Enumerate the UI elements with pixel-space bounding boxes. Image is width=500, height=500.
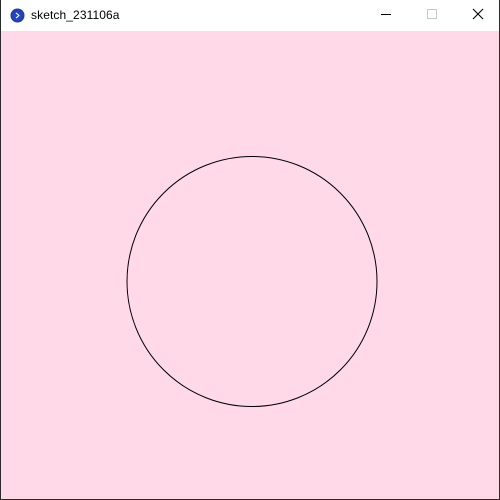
sketch-circle xyxy=(126,156,378,407)
minimize-icon xyxy=(380,7,392,25)
close-icon xyxy=(472,7,484,25)
app-window: sketch_231106a xyxy=(0,0,500,500)
maximize-icon xyxy=(426,7,438,25)
minimize-button[interactable] xyxy=(363,0,409,31)
processing-app-icon[interactable] xyxy=(10,8,25,23)
title-bar[interactable]: sketch_231106a xyxy=(1,0,499,31)
maximize-button[interactable] xyxy=(409,0,455,31)
sketch-drawing xyxy=(126,156,378,407)
window-title: sketch_231106a xyxy=(31,8,120,22)
close-button[interactable] xyxy=(455,0,500,31)
sketch-canvas[interactable] xyxy=(1,31,499,499)
